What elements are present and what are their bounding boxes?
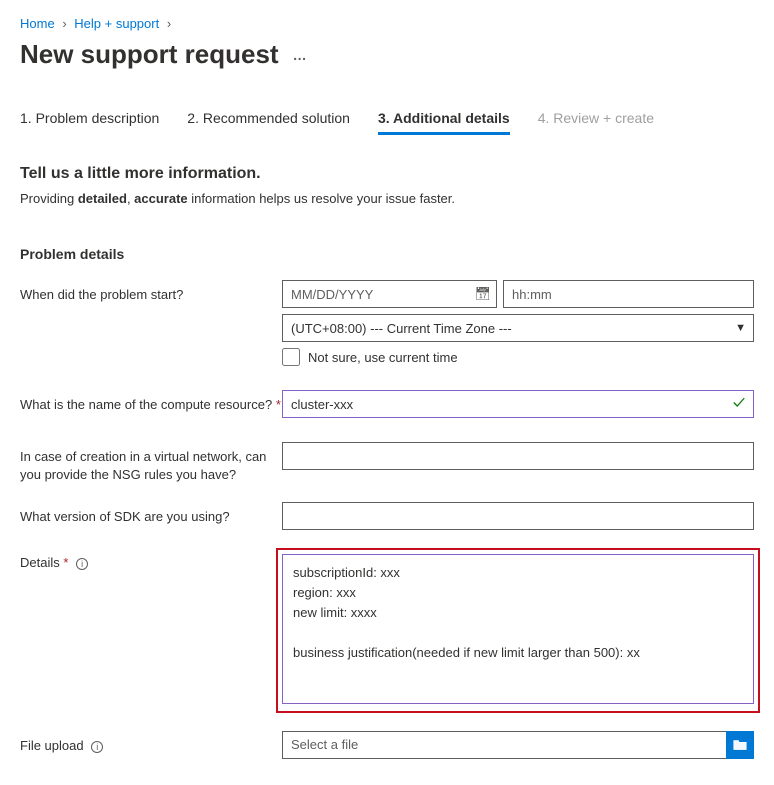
check-icon [732, 396, 746, 413]
row-sdk-version: What version of SDK are you using? [20, 502, 754, 530]
file-upload-input[interactable]: Select a file [282, 731, 726, 759]
label-when-start: When did the problem start? [20, 280, 282, 304]
row-when-start: When did the problem start? 📅︎ (UTC+08:0… [20, 280, 754, 366]
date-input[interactable] [282, 280, 497, 308]
time-input[interactable] [503, 280, 754, 308]
label-sdk-version: What version of SDK are you using? [20, 502, 282, 526]
more-icon[interactable]: … [293, 47, 308, 63]
label-details: Details * i [20, 548, 282, 572]
details-textarea[interactable] [282, 554, 754, 704]
label-file-upload: File upload i [20, 731, 282, 755]
tab-review-create: 4. Review + create [538, 110, 654, 135]
breadcrumb-home[interactable]: Home [20, 16, 55, 31]
file-browse-button[interactable] [726, 731, 754, 759]
section-description: Providing detailed, accurate information… [20, 191, 754, 206]
page-title-text: New support request [20, 39, 279, 70]
sdk-version-input[interactable] [282, 502, 754, 530]
chevron-right-icon: › [163, 16, 175, 31]
tab-recommended-solution[interactable]: 2. Recommended solution [187, 110, 350, 135]
page-title: New support request … [20, 39, 754, 70]
label-nsg-rules: In case of creation in a virtual network… [20, 442, 282, 484]
info-icon[interactable]: i [76, 558, 88, 570]
breadcrumb: Home › Help + support › [20, 16, 754, 31]
row-file-upload: File upload i Select a file [20, 731, 754, 759]
tabs: 1. Problem description 2. Recommended so… [20, 110, 754, 135]
section-lead: Tell us a little more information. [20, 165, 754, 183]
timezone-select[interactable]: (UTC+08:00) --- Current Time Zone --- [282, 314, 754, 342]
tab-problem-description[interactable]: 1. Problem description [20, 110, 159, 135]
problem-details-heading: Problem details [20, 246, 754, 262]
notsure-label: Not sure, use current time [308, 350, 458, 365]
row-compute-resource: What is the name of the compute resource… [20, 390, 754, 418]
breadcrumb-help-support[interactable]: Help + support [74, 16, 159, 31]
info-icon[interactable]: i [91, 741, 103, 753]
folder-icon [733, 738, 747, 752]
row-details: Details * i [20, 548, 754, 713]
row-nsg-rules: In case of creation in a virtual network… [20, 442, 754, 484]
details-highlight-box [276, 548, 760, 713]
label-compute-resource: What is the name of the compute resource… [20, 390, 282, 414]
compute-resource-input[interactable] [282, 390, 754, 418]
nsg-rules-input[interactable] [282, 442, 754, 470]
notsure-checkbox[interactable] [282, 348, 300, 366]
chevron-right-icon: › [58, 16, 70, 31]
tab-additional-details[interactable]: 3. Additional details [378, 110, 510, 135]
